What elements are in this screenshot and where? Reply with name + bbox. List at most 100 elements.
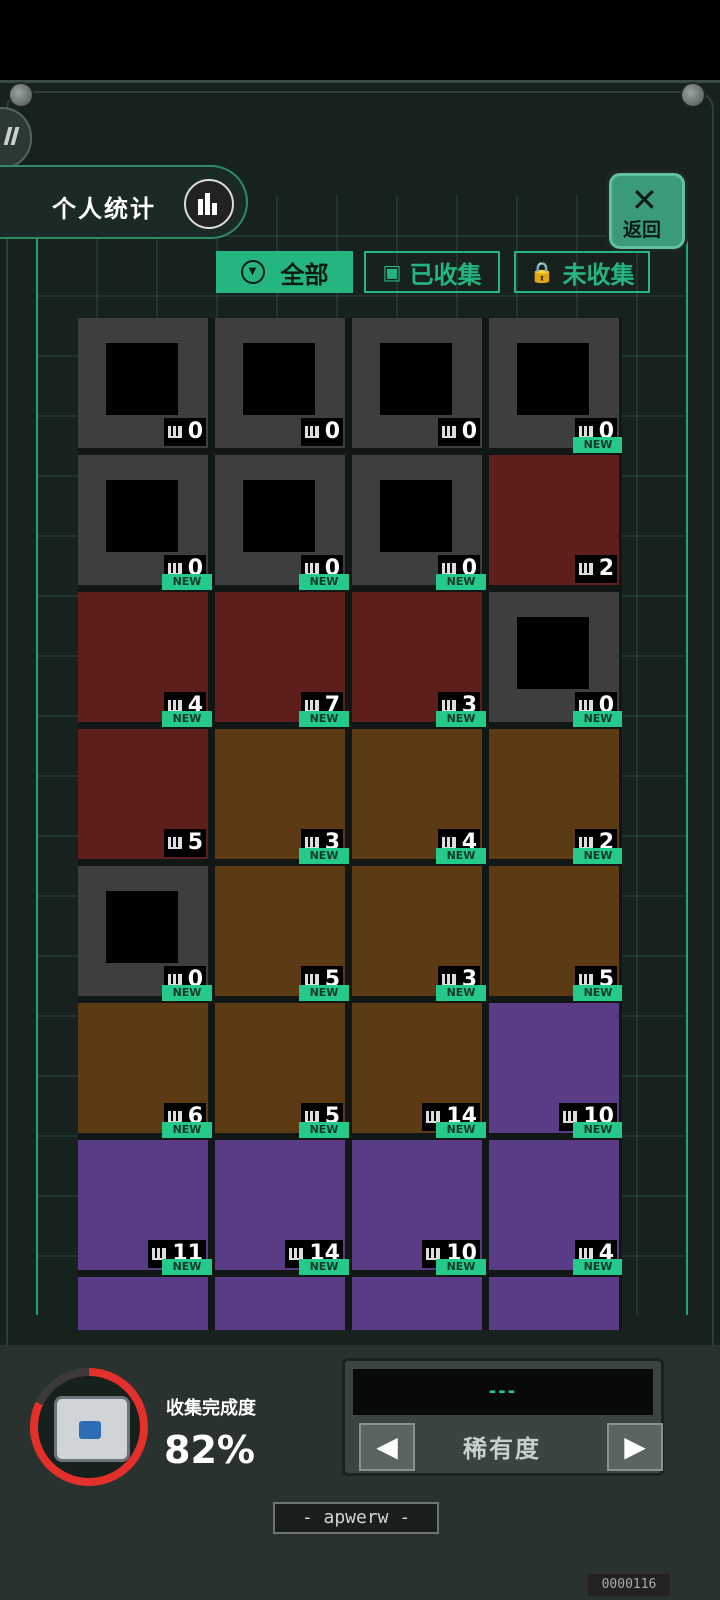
item-cell[interactable]: 14 NEW: [215, 1122, 349, 1270]
item-cell[interactable]: 6 NEW: [78, 985, 212, 1133]
slab-icon: [243, 343, 315, 415]
personal-stats-label: 个人统计: [52, 195, 156, 223]
item-cell[interactable]: 3 NEW: [352, 574, 486, 722]
item-cell[interactable]: 5 NEW: [215, 848, 349, 996]
lock-icon: 🔒: [529, 260, 555, 284]
item-count: 5: [163, 829, 206, 857]
plant-crate-icon: [517, 617, 589, 689]
tab-uncollected[interactable]: 🔒 未收集: [514, 251, 650, 293]
rivet-icon: [680, 82, 706, 108]
filter-icon: ▼: [240, 260, 265, 284]
item-cell[interactable]: 0: [78, 866, 208, 996]
item-cell[interactable]: 0: [352, 455, 482, 585]
item-cell[interactable]: 11 NEW: [78, 1122, 212, 1270]
stats-icon: [167, 837, 182, 849]
cloth-icon: [106, 891, 178, 963]
item-count: 0: [163, 418, 206, 446]
box-icon: ▣: [382, 260, 402, 284]
new-badge: NEW: [299, 1122, 349, 1138]
new-badge: NEW: [436, 574, 486, 590]
back-button[interactable]: ✕ 返回: [606, 170, 688, 252]
new-badge: NEW: [299, 574, 349, 590]
item-cell[interactable]: 0: [352, 318, 482, 448]
new-badge: NEW: [573, 848, 622, 864]
new-badge: NEW: [436, 1122, 486, 1138]
new-badge: NEW: [299, 1259, 349, 1275]
plant-crate-icon: [106, 343, 178, 415]
rivet-icon: [8, 82, 34, 108]
new-badge: NEW: [299, 711, 349, 727]
item-cell[interactable]: 0: [78, 318, 208, 448]
completion-ring[interactable]: [30, 1368, 148, 1486]
new-badge: NEW: [299, 985, 349, 1001]
tab-all[interactable]: ▼ 全部: [216, 251, 353, 293]
rarity-label: 稀有度: [463, 1435, 541, 1463]
item-cell[interactable]: 7 NEW: [215, 574, 349, 722]
new-badge: NEW: [162, 574, 212, 590]
item-count-value: 2: [598, 556, 614, 581]
new-badge: NEW: [162, 985, 212, 1001]
personal-stats-button[interactable]: 个人统计: [0, 165, 248, 239]
completion-percent: 82%: [164, 1428, 255, 1472]
new-badge: NEW: [573, 1259, 622, 1275]
item-grid: 0 0 0 0 0 0 0 2 NEW 4 NEW 7 NEW 3 NEW 0 5 NEW 3 NEW 4 NEW 2 NEW…: [78, 318, 622, 1330]
item-cell[interactable]: 14 NEW: [352, 985, 486, 1133]
item-cell[interactable]: NEW: [352, 1259, 486, 1330]
item-cell[interactable]: 3 NEW: [352, 848, 486, 996]
item-cell[interactable]: 5 NEW: [215, 985, 349, 1133]
new-badge: NEW: [162, 1122, 212, 1138]
item-cell[interactable]: 2 NEW: [489, 437, 622, 585]
item-cell[interactable]: 0: [489, 318, 619, 448]
arrow-left-icon[interactable]: ◀: [359, 1423, 415, 1471]
name-plate: - apwerw -: [273, 1502, 439, 1534]
new-badge: NEW: [573, 985, 622, 1001]
completion-label: 收集完成度: [166, 1398, 256, 1419]
item-cell[interactable]: 5 NEW: [78, 711, 212, 859]
new-badge: NEW: [436, 985, 486, 1001]
item-count-value: 0: [187, 419, 203, 444]
item-cell[interactable]: 0: [215, 318, 345, 448]
item-count-value: 5: [187, 830, 203, 855]
new-badge: NEW: [436, 711, 486, 727]
item-cell[interactable]: 4 NEW: [78, 574, 212, 722]
item-count: 0: [437, 418, 480, 446]
bar-chart-icon: [184, 179, 234, 229]
tab-uncollected-label: 未收集: [562, 260, 635, 289]
new-badge: NEW: [573, 437, 622, 453]
item-cell[interactable]: 10 NEW: [352, 1122, 486, 1270]
item-cell[interactable]: 10 NEW: [489, 985, 622, 1133]
statue-icon: [243, 480, 315, 552]
tab-collected[interactable]: ▣ 已收集: [364, 251, 500, 293]
arrow-right-icon[interactable]: ▶: [607, 1423, 663, 1471]
back-label: 返回: [623, 219, 662, 241]
new-badge: NEW: [436, 1259, 486, 1275]
radio-icon: [380, 343, 452, 415]
item-cell[interactable]: 0: [78, 455, 208, 585]
new-badge: NEW: [162, 1259, 212, 1275]
item-cell[interactable]: NEW: [78, 1259, 212, 1330]
new-badge: NEW: [162, 711, 212, 727]
chest-icon: [54, 1396, 130, 1462]
stats-icon: [304, 426, 319, 438]
item-count-value: 0: [461, 419, 477, 444]
new-badge: NEW: [436, 848, 486, 864]
tab-collected-label: 已收集: [409, 260, 482, 289]
item-cell[interactable]: 2 NEW: [489, 711, 622, 859]
item-cell[interactable]: 4 NEW: [352, 711, 486, 859]
stats-icon: [578, 563, 593, 575]
item-cell[interactable]: NEW: [489, 1259, 622, 1330]
new-badge: NEW: [573, 711, 622, 727]
tab-all-label: 全部: [280, 260, 329, 289]
new-badge: NEW: [299, 848, 349, 864]
item-cell[interactable]: 0: [215, 455, 345, 585]
serial-number: 0000116: [588, 1574, 670, 1596]
item-count: 0: [300, 418, 343, 446]
item-cell[interactable]: 0: [489, 592, 619, 722]
stats-icon: [441, 426, 456, 438]
item-cell[interactable]: 4 NEW: [489, 1122, 622, 1270]
item-cell[interactable]: 5 NEW: [489, 848, 622, 996]
item-cell[interactable]: 3 NEW: [215, 711, 349, 859]
rarity-selector: --- ◀ 稀有度 ▶: [342, 1358, 664, 1476]
item-cell[interactable]: NEW: [215, 1259, 349, 1330]
close-x-icon: ✕: [631, 181, 658, 219]
